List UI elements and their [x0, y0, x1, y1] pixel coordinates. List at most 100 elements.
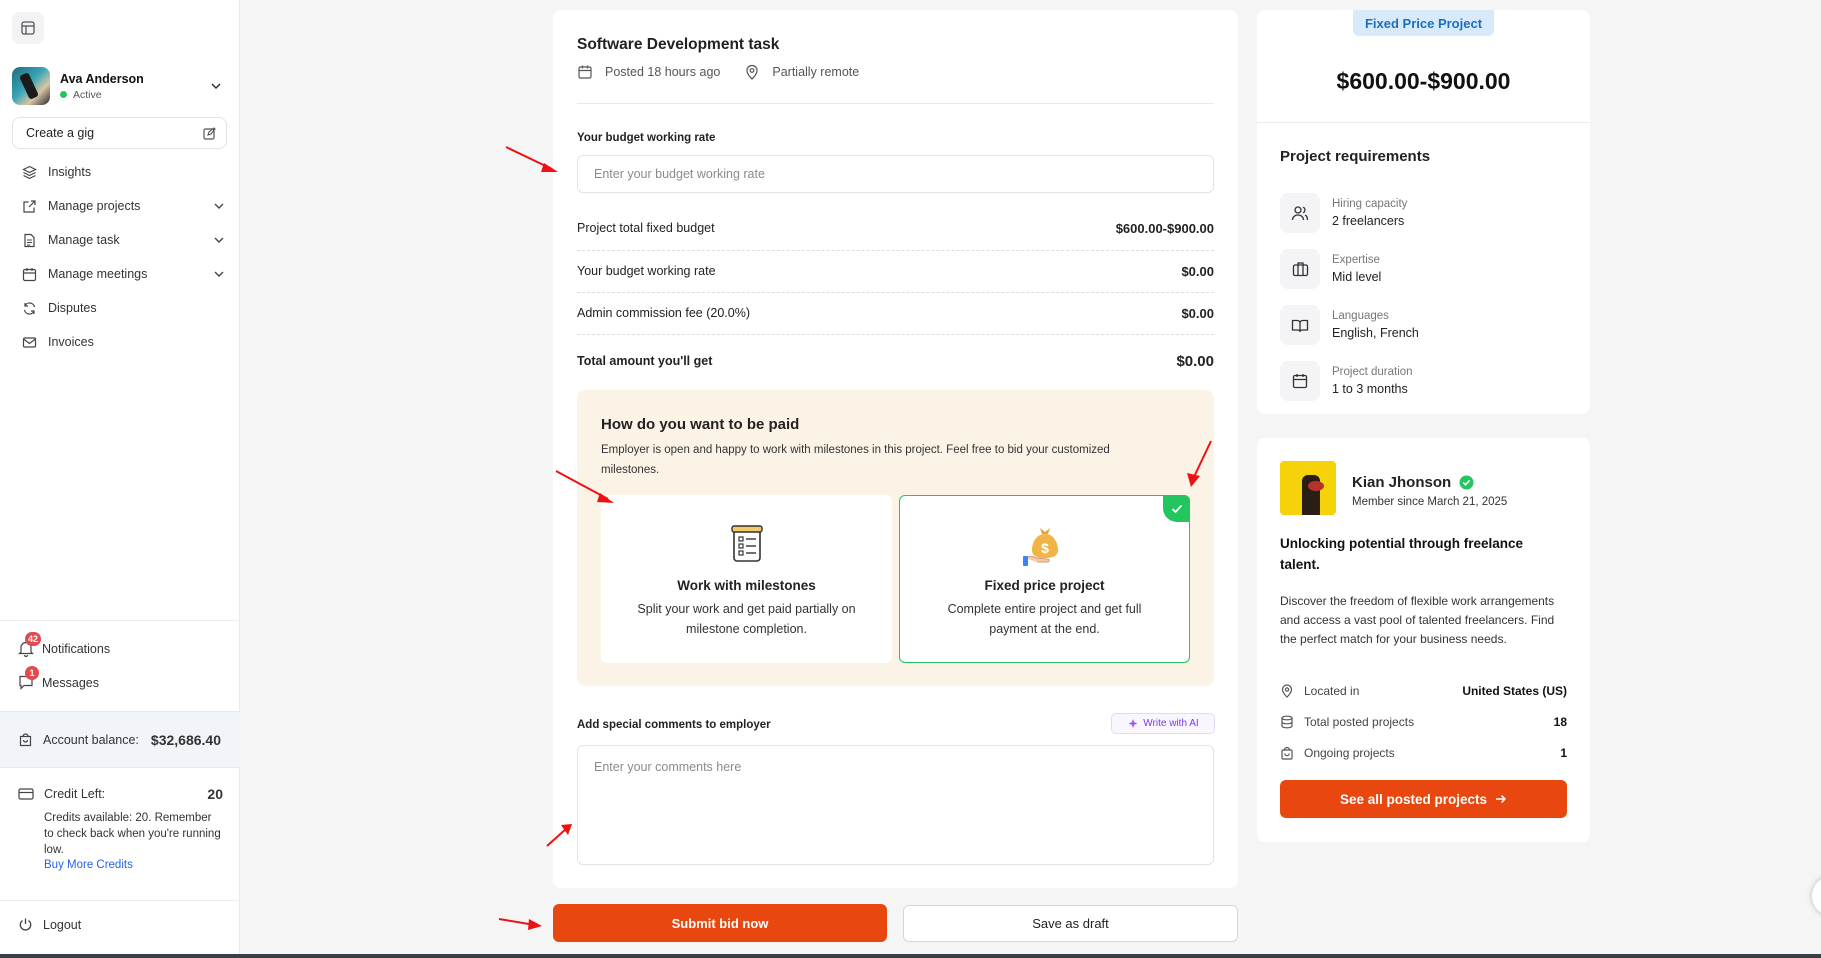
mail-icon [20, 333, 38, 351]
cost-amount: $0.00 [1181, 305, 1214, 321]
requirement-value: 2 freelancers [1332, 214, 1405, 228]
project-type-badge: Fixed Price Project [1353, 10, 1494, 36]
requirement-duration: Project duration 1 to 3 months [1280, 360, 1413, 402]
notifications-badge: 42 [25, 632, 42, 646]
status-dot [60, 91, 67, 98]
sidebar-item-manage-meetings[interactable]: Manage meetings [12, 257, 227, 291]
employer-avatar [1280, 461, 1336, 515]
edit-icon [203, 126, 216, 140]
stat-label: Total posted projects [1304, 715, 1415, 729]
taskbar-strip [0, 954, 1821, 958]
option-title: Work with milestones [677, 578, 816, 593]
chevron-down-icon[interactable] [211, 232, 227, 248]
map-pin-icon [1281, 684, 1293, 698]
user-status: Active [60, 89, 208, 101]
sparkle-icon [1128, 718, 1138, 728]
cost-label: Project total fixed budget [577, 221, 715, 235]
messages-label: Messages [42, 676, 99, 690]
payment-method-section: How do you want to be paid Employer is o… [577, 390, 1214, 686]
stat-ongoing-projects: Ongoing projects 1 [1280, 746, 1567, 760]
budget-rate-label: Your budget working rate [577, 132, 716, 144]
sidebar-item-disputes[interactable]: Disputes [12, 291, 227, 325]
logout-button[interactable]: Logout [0, 900, 240, 948]
cost-row-total: Total amount you'll get $0.00 [577, 340, 1214, 382]
bell-icon: 42 [18, 632, 42, 658]
payment-title: How do you want to be paid [601, 416, 800, 433]
requirement-label: Expertise [1332, 254, 1380, 266]
sidebar-item-insights[interactable]: Insights [12, 155, 227, 189]
option-description: Complete entire project and get full pay… [947, 602, 1142, 636]
requirement-label: Project duration [1332, 366, 1413, 378]
map-pin-icon [746, 64, 758, 80]
cost-label: Admin commission fee (20.0%) [577, 306, 750, 320]
power-icon [19, 918, 32, 931]
user-name: Ava Anderson [60, 71, 144, 86]
user-menu[interactable]: Ava Anderson Active [12, 66, 224, 106]
cost-amount: $0.00 [1181, 263, 1214, 279]
employer-headline: Unlocking potential through freelance ta… [1280, 536, 1524, 572]
arrow-right-icon [1496, 794, 1507, 804]
wallet-icon [19, 733, 32, 747]
total-amount: $0.00 [1176, 352, 1214, 370]
create-gig-button[interactable]: Create a gig [12, 117, 227, 149]
comments-textarea[interactable] [577, 745, 1214, 865]
users-icon [1280, 193, 1320, 233]
buy-more-credits-link[interactable]: Buy More Credits [44, 859, 223, 871]
refresh-icon [20, 299, 38, 317]
sidebar-nav: Insights Manage projects Manage task Man… [12, 155, 227, 359]
chevron-down-icon[interactable] [208, 78, 224, 94]
cost-label: Your budget working rate [577, 264, 716, 278]
requirement-value: English, French [1332, 326, 1419, 340]
message-icon: 1 [18, 666, 39, 692]
sidebar-item-manage-projects[interactable]: Manage projects [12, 189, 227, 223]
project-summary-card: Fixed Price Project $600.00-$900.00 Proj… [1257, 10, 1590, 414]
messages-link[interactable]: 1 Messages [18, 666, 99, 695]
sidebar-item-manage-task[interactable]: Manage task [12, 223, 227, 257]
calendar-icon [578, 65, 592, 79]
chat-widget-button[interactable] [1812, 876, 1821, 916]
posted-time: Posted 18 hours ago [605, 65, 721, 79]
checklist-icon [723, 520, 771, 568]
see-all-projects-button[interactable]: See all posted projects [1280, 780, 1567, 818]
file-icon [20, 231, 38, 249]
sidebar-toggle-button[interactable] [12, 12, 44, 44]
notifications-link[interactable]: 42 Notifications [18, 632, 111, 661]
employer-card: Kian Jhonson Member since March 21, 2025… [1257, 438, 1590, 842]
see-all-projects-label: See all posted projects [1339, 791, 1488, 807]
credits-description: Credits available: 20. Remember to check… [44, 812, 221, 856]
requirement-value: Mid level [1332, 270, 1382, 284]
credit-card-icon [18, 788, 34, 800]
database-icon [1281, 715, 1293, 729]
payment-description: Employer is open and happy to work with … [601, 444, 1110, 476]
submit-bid-button[interactable]: Submit bid now [553, 904, 887, 942]
notifications-label: Notifications [42, 642, 111, 656]
budget-rate-input[interactable] [577, 155, 1214, 193]
chevron-down-icon[interactable] [211, 266, 227, 282]
stat-value: United States (US) [1462, 684, 1567, 698]
save-draft-button[interactable]: Save as draft [903, 905, 1238, 942]
option-milestones[interactable]: Work with milestones Split your work and… [601, 495, 892, 663]
chevron-down-icon[interactable] [211, 198, 227, 214]
requirement-value: 1 to 3 months [1332, 382, 1408, 396]
bid-form-card: Software Development task Posted 18 hour… [553, 10, 1238, 888]
money-bag-icon: $ [1021, 520, 1069, 568]
stat-value: 18 [1553, 715, 1567, 729]
member-since: Member since March 21, 2025 [1352, 496, 1508, 508]
avatar [12, 67, 50, 105]
sidebar-bottom-divider [0, 620, 240, 621]
external-link-icon [20, 197, 38, 215]
cost-row-total-budget: Project total fixed budget $600.00-$900.… [577, 207, 1214, 249]
dashed-divider [577, 334, 1214, 335]
credits-value: 20 [207, 786, 223, 802]
requirement-label: Hiring capacity [1332, 198, 1408, 210]
sidebar-item-invoices[interactable]: Invoices [12, 325, 227, 359]
write-with-ai-button[interactable]: Write with AI [1111, 713, 1215, 734]
stat-total-projects: Total posted projects 18 [1280, 715, 1567, 729]
stat-location: Located in United States (US) [1280, 684, 1567, 698]
task-meta: Posted 18 hours ago Partially remote [577, 64, 859, 80]
account-balance-value: $32,686.40 [150, 731, 221, 748]
account-balance: Account balance: $32,686.40 [0, 711, 240, 768]
option-fixed-price[interactable]: $ Fixed price project Complete entire pr… [899, 495, 1190, 663]
calendar-icon [1280, 361, 1320, 401]
divider [577, 103, 1214, 104]
